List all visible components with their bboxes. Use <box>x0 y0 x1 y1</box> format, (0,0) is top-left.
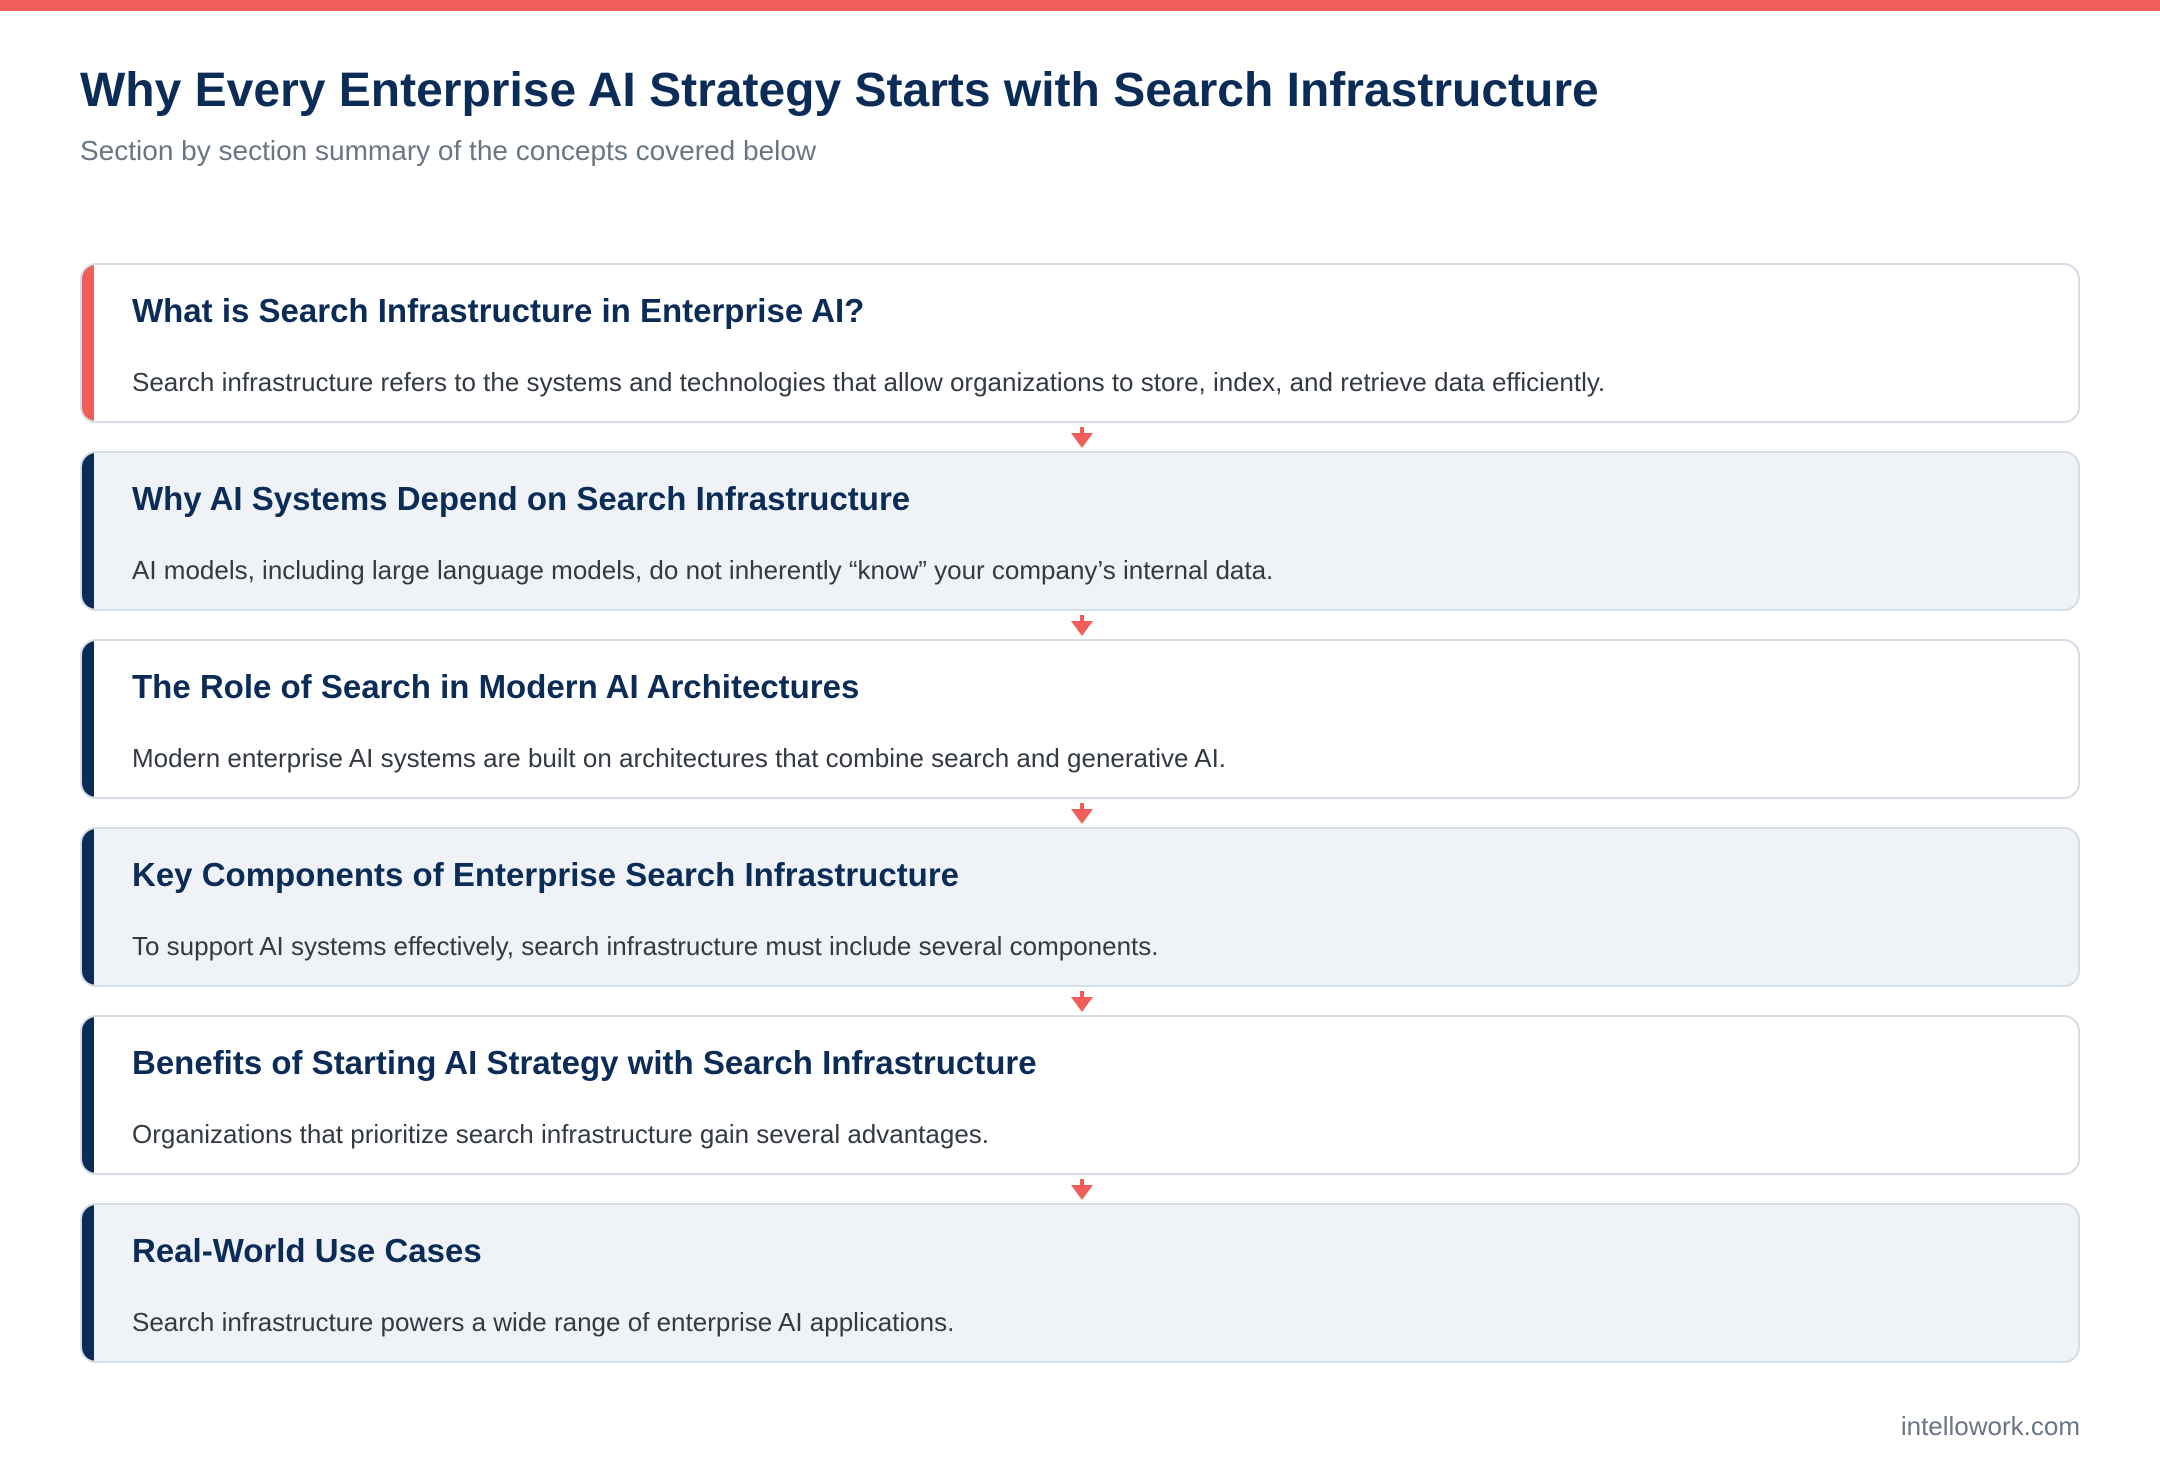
flow-connector <box>80 799 2080 827</box>
flow-connector <box>80 987 2080 1015</box>
flow-connector <box>80 423 2080 451</box>
section-description: AI models, including large language mode… <box>132 555 1274 585</box>
arrow-down-icon <box>1071 427 1093 448</box>
section-description: Search infrastructure powers a wide rang… <box>132 1307 955 1337</box>
section-card: Benefits of Starting AI Strategy with Se… <box>80 1015 2080 1175</box>
arrow-down-icon <box>1071 803 1093 824</box>
section-title: Real-World Use Cases <box>132 1232 482 1269</box>
card-accent-bar <box>82 453 94 609</box>
section-card: Real-World Use Cases Search infrastructu… <box>80 1203 2080 1363</box>
section-flow: What is Search Infrastructure in Enterpr… <box>80 263 2080 1363</box>
arrow-down-icon <box>1071 615 1093 636</box>
flow-connector <box>80 611 2080 639</box>
card-accent-bar <box>82 641 94 797</box>
section-title: Key Components of Enterprise Search Infr… <box>132 856 960 893</box>
section-title: Why AI Systems Depend on Search Infrastr… <box>132 480 911 517</box>
section-description: Modern enterprise AI systems are built o… <box>132 743 1227 773</box>
arrow-down-icon <box>1071 1179 1093 1200</box>
section-card: Why AI Systems Depend on Search Infrastr… <box>80 451 2080 611</box>
footer-site-link[interactable]: intellowork.com <box>1901 1410 2080 1442</box>
page-subtitle: Section by section summary of the concep… <box>80 135 817 166</box>
section-title: Benefits of Starting AI Strategy with Se… <box>132 1044 1037 1081</box>
top-accent-bar <box>0 0 2160 11</box>
card-accent-bar <box>82 1017 94 1173</box>
section-title: What is Search Infrastructure in Enterpr… <box>132 292 865 329</box>
card-accent-bar <box>82 265 94 421</box>
section-title: The Role of Search in Modern AI Architec… <box>132 668 860 705</box>
flow-connector <box>80 1175 2080 1203</box>
section-card: What is Search Infrastructure in Enterpr… <box>80 263 2080 423</box>
section-description: Organizations that prioritize search inf… <box>132 1119 989 1149</box>
section-card: The Role of Search in Modern AI Architec… <box>80 639 2080 799</box>
card-accent-bar <box>82 829 94 985</box>
section-card: Key Components of Enterprise Search Infr… <box>80 827 2080 987</box>
section-description: To support AI systems effectively, searc… <box>132 931 1159 961</box>
page-title: Why Every Enterprise AI Strategy Starts … <box>80 64 1599 117</box>
section-description: Search infrastructure refers to the syst… <box>132 367 1606 397</box>
card-accent-bar <box>82 1205 94 1361</box>
arrow-down-icon <box>1071 991 1093 1012</box>
